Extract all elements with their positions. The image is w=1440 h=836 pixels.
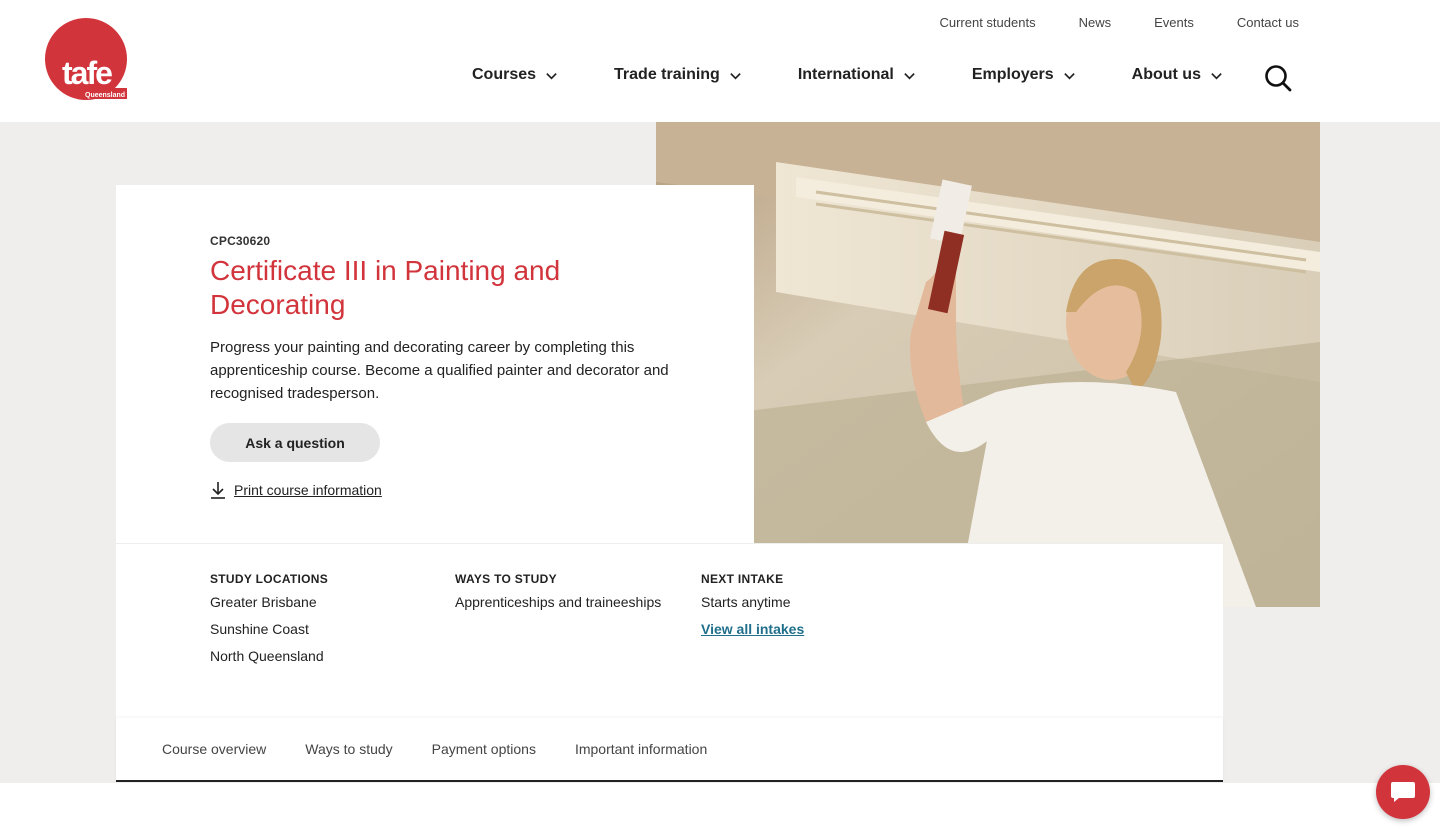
course-description: Progress your painting and decorating ca… [210,339,669,402]
next-intake-heading: NEXT INTAKE [701,572,784,586]
utility-nav: Current students News Events Contact us [896,15,1299,30]
utility-link-contact[interactable]: Contact us [1237,15,1299,30]
ask-question-button[interactable]: Ask a question [210,423,380,462]
chevron-down-icon [1063,72,1075,79]
location-item: Sunshine Coast [210,621,309,637]
next-intake: NEXT INTAKE Starts anytime View all inta… [701,572,804,639]
tab-course-overview[interactable]: Course overview [162,741,266,757]
location-item: North Queensland [210,648,324,664]
download-icon [211,482,225,499]
logo-text: tafe [62,55,112,91]
ways-to-study: WAYS TO STUDY Apprenticeships and traine… [455,572,661,621]
nav-about-us-label: About us [1131,66,1201,83]
study-locations: STUDY LOCATIONS Greater Brisbane Sunshin… [210,572,328,675]
course-info-panel: STUDY LOCATIONS Greater Brisbane Sunshin… [116,543,1223,718]
print-course-link[interactable]: Print course information [210,481,382,499]
ways-item: Apprenticeships and traineeships [455,594,662,610]
chevron-down-icon [730,72,741,79]
chevron-down-icon [904,72,915,79]
nav-trade-training-label: Trade training [614,66,720,83]
tab-ways-to-study[interactable]: Ways to study [305,741,392,757]
course-tabs: Course overview Ways to study Payment op… [116,718,1223,782]
nav-employers-label: Employers [971,66,1054,83]
nav-courses[interactable]: Courses [472,66,558,84]
tafe-logo[interactable]: tafe Queensland [45,18,129,102]
view-all-intakes-link[interactable]: View all intakes [701,621,804,637]
nav-courses-label: Courses [472,66,537,83]
nav-employers[interactable]: Employers [972,66,1076,84]
chat-button[interactable] [1376,765,1430,819]
utility-link-news[interactable]: News [1079,15,1112,30]
chevron-down-icon [546,72,557,79]
course-title: Certificate III in Painting and Decorati… [210,255,561,320]
nav-international[interactable]: International [798,66,916,84]
chat-icon [1391,782,1415,802]
nav-international-label: International [797,66,894,83]
course-code: CPC30620 [210,234,271,248]
chevron-down-icon [1211,72,1222,79]
search-icon[interactable] [1264,64,1292,92]
print-course-label: Print course information [234,482,382,498]
next-intake-value: Starts anytime [701,594,791,610]
tab-payment-options[interactable]: Payment options [432,741,536,757]
main-nav: Courses Trade training International Emp… [472,66,1223,84]
study-locations-heading: STUDY LOCATIONS [210,572,329,586]
site-header: tafe Queensland Current students News Ev… [0,0,1440,122]
logo-subtext: Queensland [85,92,125,99]
tab-important-information[interactable]: Important information [575,741,707,757]
ways-to-study-heading: WAYS TO STUDY [455,572,557,586]
hero-image-painter [656,122,1320,607]
utility-link-events[interactable]: Events [1154,15,1194,30]
utility-link-current-students[interactable]: Current students [939,15,1035,30]
location-item: Greater Brisbane [210,594,317,610]
nav-trade-training[interactable]: Trade training [614,66,742,84]
nav-about-us[interactable]: About us [1132,66,1223,84]
